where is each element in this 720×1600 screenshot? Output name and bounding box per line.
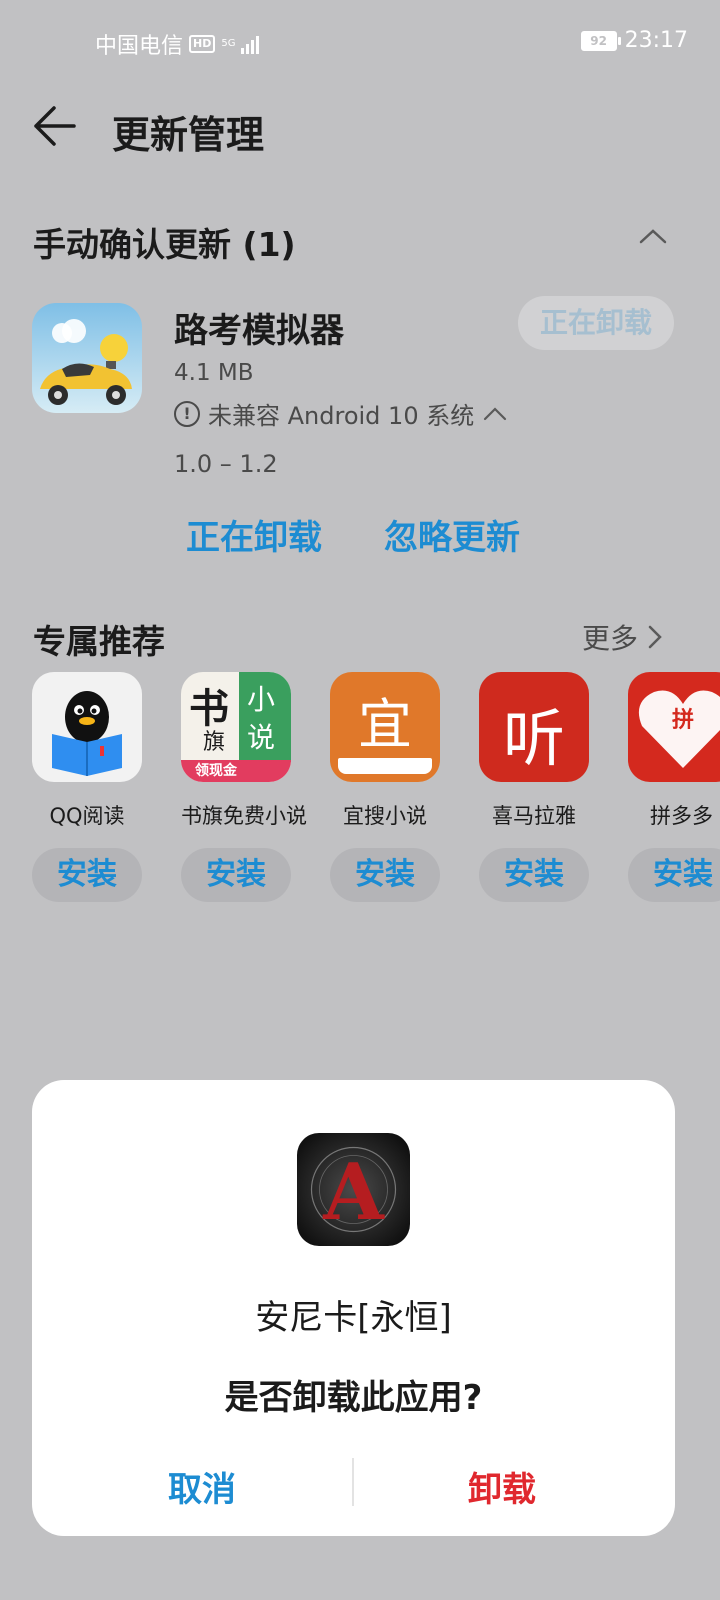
install-button[interactable]: 安装 bbox=[479, 848, 589, 902]
rec-name: 宜搜小说 bbox=[343, 804, 427, 828]
rec-item-shuqi[interactable]: 书 旗 小 说 领现金 书旗免费小说 安装 bbox=[181, 672, 307, 902]
status-bar-left: 中国电信 HD 5G bbox=[95, 28, 260, 60]
recommend-title: 专属推荐 bbox=[33, 622, 165, 661]
rec-name: 拼多多 bbox=[650, 804, 713, 828]
rec-name: QQ阅读 bbox=[49, 804, 125, 828]
back-button[interactable] bbox=[28, 100, 84, 156]
collapse-button[interactable] bbox=[638, 222, 668, 252]
network-type: 5G bbox=[221, 38, 236, 49]
uninstalling-link[interactable]: 正在卸载 bbox=[186, 510, 322, 559]
ignore-update-link[interactable]: 忽略更新 bbox=[384, 510, 520, 559]
rec-name: 书旗免费小说 bbox=[181, 804, 307, 828]
qq-reader-icon bbox=[32, 672, 142, 782]
anika-app-icon: A bbox=[297, 1133, 410, 1246]
install-button[interactable]: 安装 bbox=[628, 848, 720, 902]
version-range: 1.0 – 1.2 bbox=[174, 450, 278, 478]
more-link[interactable]: 更多 bbox=[582, 617, 664, 657]
page-title: 更新管理 bbox=[112, 113, 265, 157]
hd-badge: HD bbox=[189, 35, 216, 53]
carrier-label: 中国电信 bbox=[95, 34, 184, 59]
status-bar-right: 92 23:17 bbox=[580, 28, 688, 53]
cancel-button[interactable]: 取消 bbox=[42, 1462, 362, 1511]
yisou-icon: 宜 bbox=[330, 672, 440, 782]
app-name: 路考模拟器 bbox=[174, 311, 344, 351]
app-size: 4.1 MB bbox=[174, 360, 254, 386]
install-button[interactable]: 安装 bbox=[32, 848, 142, 902]
uninstall-dialog: A 安尼卡[永恒] 是否卸载此应用? 取消 卸载 bbox=[32, 1080, 675, 1536]
rec-item-ximalaya[interactable]: 听 喜马拉雅 安装 bbox=[479, 672, 589, 902]
battery-icon: 92 bbox=[580, 30, 621, 51]
ximalaya-icon: 听 bbox=[479, 672, 589, 782]
more-label: 更多 bbox=[582, 622, 639, 655]
rec-item-yisou[interactable]: 宜 宜搜小说 安装 bbox=[330, 672, 440, 902]
signal-icon bbox=[241, 34, 260, 54]
chevron-up-icon bbox=[484, 406, 507, 420]
compat-note[interactable]: ! 未兼容 Android 10 系统 bbox=[174, 396, 508, 431]
shuqi-icon: 书 旗 小 说 领现金 bbox=[181, 672, 291, 782]
chevron-right-icon bbox=[648, 625, 662, 649]
rec-item-pinduoduo[interactable]: 拼 拼多多 安装 bbox=[628, 672, 720, 902]
uninstall-confirm-button[interactable]: 卸载 bbox=[342, 1462, 662, 1511]
svg-text:A: A bbox=[322, 1147, 385, 1238]
back-arrow-icon bbox=[34, 106, 76, 146]
rec-name: 喜马拉雅 bbox=[492, 804, 576, 828]
pinduoduo-icon: 拼 bbox=[628, 672, 720, 782]
warning-icon: ! bbox=[174, 400, 200, 427]
dialog-app-name: 安尼卡[永恒] bbox=[255, 1298, 452, 1338]
app-icon-road-test[interactable] bbox=[32, 303, 142, 413]
install-button[interactable]: 安装 bbox=[181, 848, 291, 902]
dialog-question: 是否卸载此应用? bbox=[224, 1378, 483, 1418]
rec-item-qq-reader[interactable]: QQ阅读 安装 bbox=[32, 672, 142, 902]
install-button[interactable]: 安装 bbox=[330, 848, 440, 902]
manual-update-title: 手动确认更新 (1) bbox=[33, 225, 296, 264]
chevron-up-icon bbox=[639, 229, 667, 244]
compat-text: 未兼容 Android 10 系统 bbox=[208, 402, 475, 430]
clock: 23:17 bbox=[624, 28, 688, 53]
uninstalling-status-button[interactable]: 正在卸载 bbox=[518, 296, 674, 350]
